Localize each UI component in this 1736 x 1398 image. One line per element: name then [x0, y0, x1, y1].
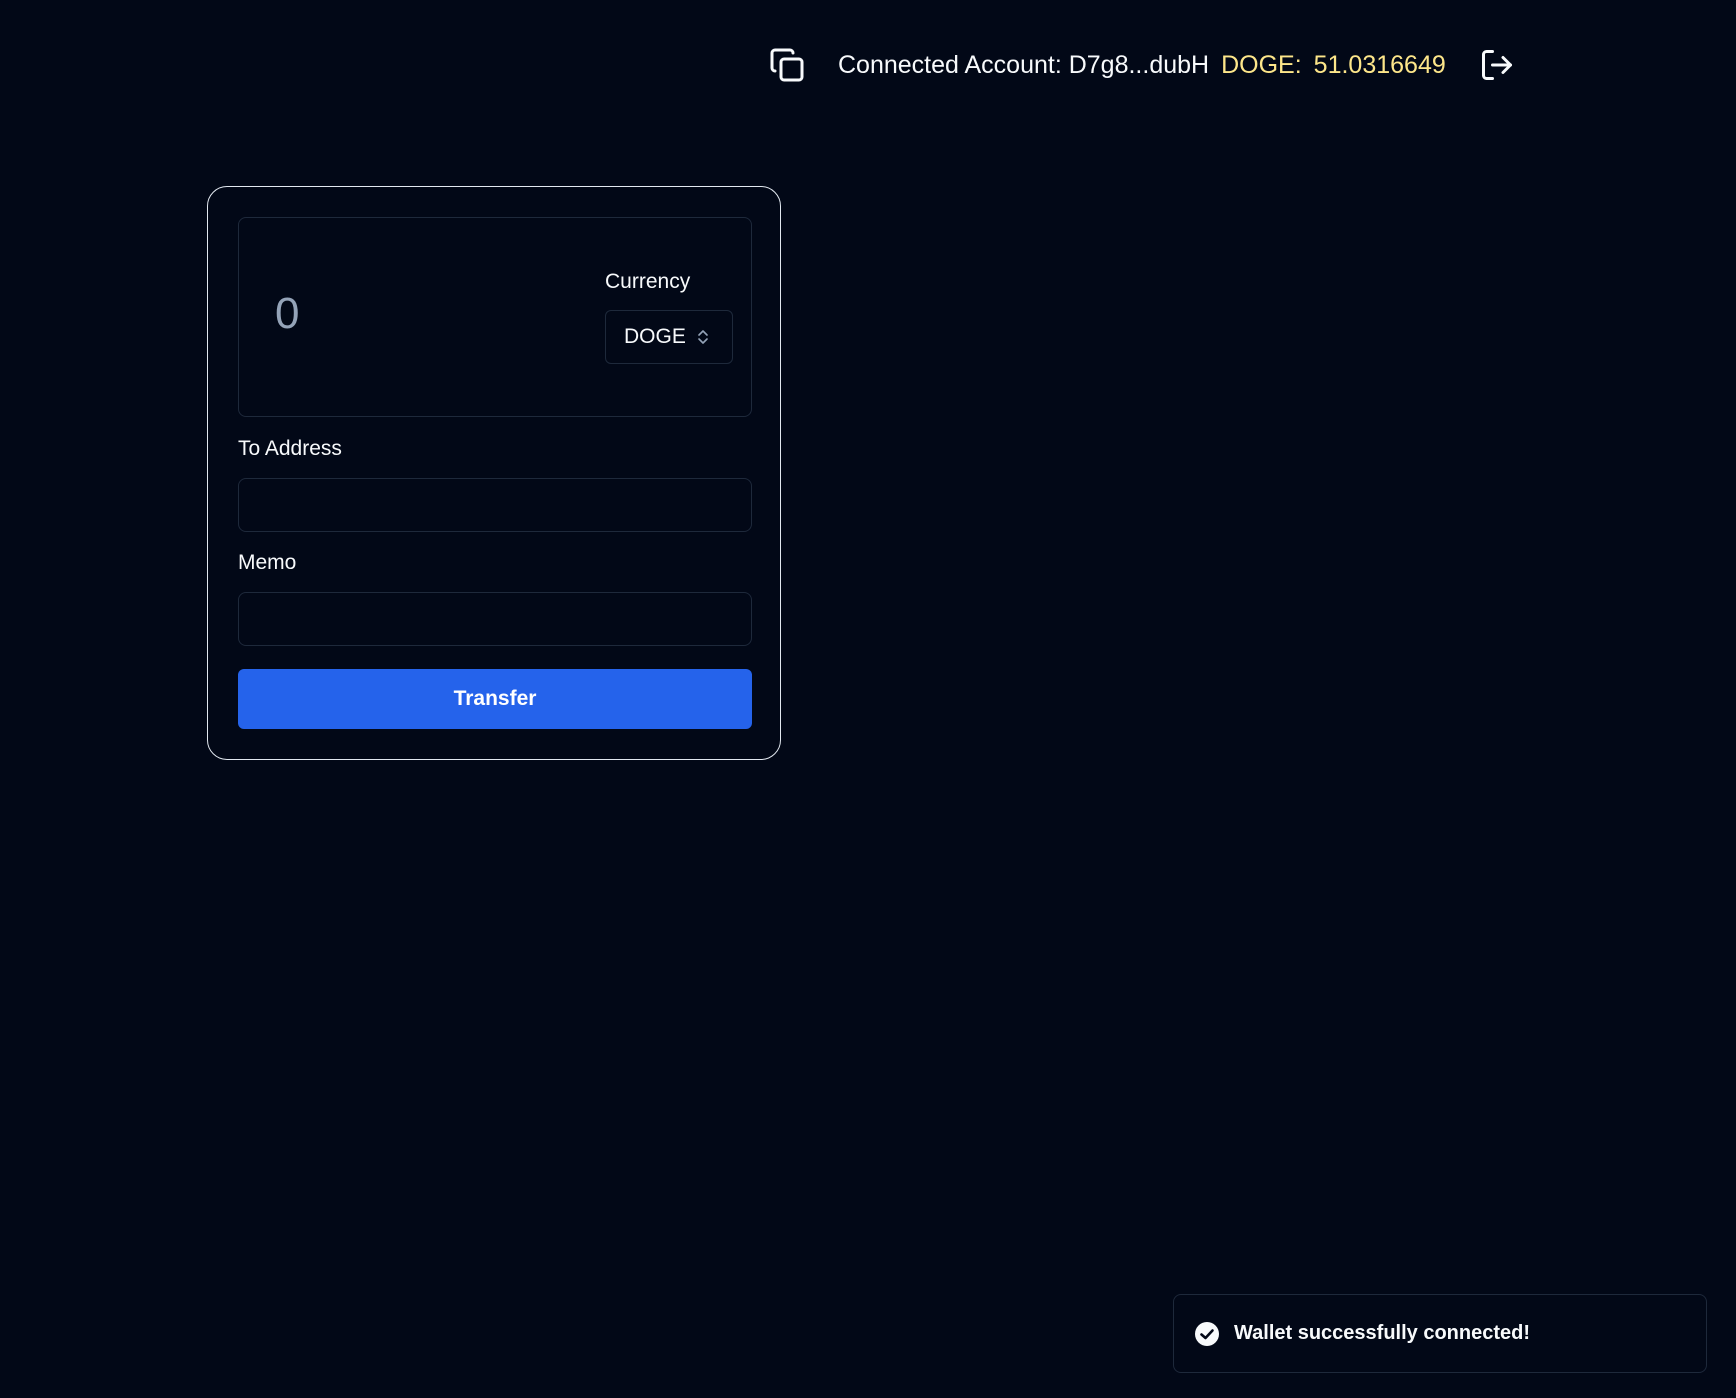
memo-input[interactable]: [238, 592, 752, 646]
check-circle-icon: [1194, 1321, 1220, 1347]
transfer-card: Currency DOGE To Address Memo Transfer: [207, 186, 781, 760]
chevron-up-down-icon: [696, 328, 710, 346]
memo-label: Memo: [238, 551, 297, 574]
balance-value: 51.0316649: [1313, 50, 1446, 79]
transfer-button[interactable]: Transfer: [238, 669, 752, 729]
amount-input[interactable]: [267, 284, 583, 344]
logout-icon[interactable]: [1474, 42, 1520, 88]
connected-account-label: Connected Account: D7g8...dubH: [838, 50, 1210, 79]
currency-select[interactable]: DOGE: [605, 310, 733, 364]
doge-balance: DOGE: 51.0316649: [1221, 51, 1446, 80]
currency-selected-value: DOGE: [624, 325, 686, 348]
toast-message: Wallet successfully connected!: [1234, 1322, 1531, 1344]
to-address-input[interactable]: [238, 478, 752, 532]
balance-ticker: DOGE:: [1221, 50, 1302, 79]
amount-panel: Currency DOGE: [238, 217, 752, 417]
currency-label: Currency: [605, 270, 691, 293]
currency-group: Currency DOGE: [605, 270, 733, 364]
to-address-label: To Address: [238, 437, 342, 460]
account-header: Connected Account: D7g8...dubH DOGE: 51.0…: [764, 42, 1520, 88]
copy-icon[interactable]: [764, 42, 810, 88]
success-toast: Wallet successfully connected!: [1173, 1294, 1707, 1373]
